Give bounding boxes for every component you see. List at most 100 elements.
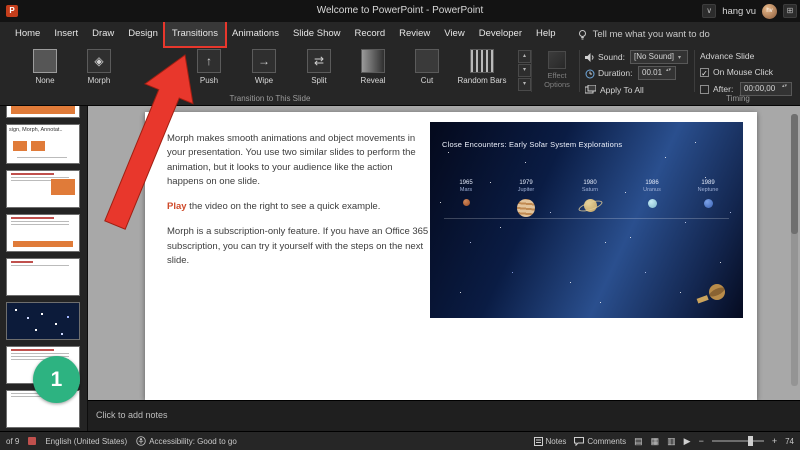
vertical-scrollbar[interactable]	[791, 114, 798, 386]
proofing-icon[interactable]	[28, 437, 37, 445]
ribbon-display-options-icon[interactable]	[702, 4, 717, 18]
transition-reveal[interactable]: Reveal	[350, 49, 396, 85]
tell-me-search[interactable]: Tell me what you want to do	[577, 29, 710, 40]
thumb-content	[11, 265, 69, 266]
account-name[interactable]: hang vu	[722, 6, 756, 17]
slide-show-button[interactable]	[684, 436, 691, 447]
planet-name: Saturn	[581, 187, 599, 193]
window-options-icon[interactable]	[783, 4, 797, 18]
tab-record[interactable]: Record	[348, 22, 393, 46]
planet-column-jupiter: 1979 Jupiter	[504, 180, 548, 217]
separator	[531, 50, 532, 92]
tab-view[interactable]: View	[437, 22, 471, 46]
avatar[interactable]: hv	[762, 3, 777, 19]
status-bar: of 9 English (United States) Accessibili…	[0, 431, 800, 450]
thumbnail-slide[interactable]	[6, 258, 80, 296]
zoom-slider[interactable]	[711, 436, 764, 446]
slide-canvas[interactable]: Morph makes smooth animations and object…	[145, 112, 757, 400]
tab-help[interactable]: Help	[529, 22, 563, 46]
transition-push[interactable]: Push	[186, 49, 232, 85]
scrollbar-thumb[interactable]	[791, 114, 798, 234]
transition-wipe[interactable]: Wipe	[241, 49, 287, 85]
effect-options-label-2: Options	[544, 80, 570, 90]
normal-view-button[interactable]	[634, 436, 643, 447]
sound-label: Sound:	[598, 52, 625, 62]
timeline-line	[444, 218, 729, 219]
slide-sorter-view-button[interactable]	[651, 436, 660, 447]
planet-column-neptune: 1989 Neptune	[686, 180, 730, 208]
planet-column-uranus: 1986 Uranus	[630, 180, 674, 208]
transition-random-bars[interactable]: Random Bars	[454, 49, 510, 85]
thumb-content	[13, 241, 73, 247]
thumb-content	[11, 177, 69, 178]
starfield	[430, 122, 431, 123]
after-checkbox[interactable]	[700, 85, 709, 94]
reading-view-button[interactable]	[667, 436, 676, 447]
notes-toggle-button[interactable]: Notes	[533, 436, 567, 446]
transition-morph-icon	[87, 49, 111, 73]
thumb-content	[51, 179, 75, 195]
accessibility-status[interactable]: Accessibility: Good to go	[136, 436, 237, 446]
thumbnail-slide[interactable]	[6, 106, 80, 118]
tab-insert[interactable]: Insert	[47, 22, 85, 46]
thumbnail-slide[interactable]	[6, 170, 80, 208]
sound-icon	[585, 53, 594, 62]
zoom-percentage[interactable]: 74	[785, 437, 794, 446]
gallery-more-icon[interactable]	[518, 78, 531, 91]
window-title: Welcome to PowerPoint - PowerPoint	[316, 5, 484, 16]
notes-button-label: Notes	[545, 436, 567, 446]
gallery-scroll-down-icon[interactable]	[518, 64, 531, 77]
tab-transitions[interactable]: Transitions	[164, 22, 225, 46]
notes-placeholder[interactable]: Click to add notes	[96, 410, 168, 420]
language-status[interactable]: English (United States)	[45, 437, 127, 446]
title-bar: P Welcome to PowerPoint - PowerPoint han…	[0, 0, 800, 22]
duration-spinner[interactable]: 00.01	[638, 66, 676, 80]
ribbon-tab-bar: Home Insert Draw Design Transitions Anim…	[0, 22, 800, 46]
separator	[579, 50, 580, 92]
transition-morph[interactable]: Morph	[76, 49, 122, 85]
planet-name: Jupiter	[517, 187, 535, 193]
group-label-timing: Timing	[726, 94, 750, 103]
tab-animations[interactable]: Animations	[225, 22, 286, 46]
tab-home[interactable]: Home	[8, 22, 47, 46]
zoom-out-button[interactable]	[699, 436, 704, 446]
planet-column-saturn: 1980 Saturn	[568, 180, 612, 214]
zoom-slider-thumb[interactable]	[748, 436, 754, 446]
transition-random-bars-label: Random Bars	[457, 76, 507, 85]
notes-pane[interactable]: Click to add notes	[88, 400, 800, 431]
tab-slide-show[interactable]: Slide Show	[286, 22, 348, 46]
gallery-scroll-up-icon[interactable]	[518, 50, 531, 63]
zoom-in-button[interactable]	[772, 436, 777, 446]
morph-video-frame[interactable]: Close Encounters: Early Solar System Exp…	[430, 122, 743, 318]
tab-draw[interactable]: Draw	[85, 22, 121, 46]
transition-none[interactable]: None	[22, 49, 68, 85]
thumb-content	[13, 141, 27, 151]
sound-dropdown[interactable]: [No Sound]	[630, 50, 688, 64]
tab-design[interactable]: Design	[121, 22, 165, 46]
transition-cut[interactable]: Cut	[404, 49, 450, 85]
thumb-content	[11, 349, 55, 351]
mars-icon	[462, 199, 470, 206]
slide-paragraph-rest: the video on the right to see a quick ex…	[186, 201, 381, 212]
duration-clock-icon	[585, 69, 595, 79]
accessibility-icon	[136, 436, 146, 446]
transition-split[interactable]: Split	[296, 49, 342, 85]
tab-review[interactable]: Review	[392, 22, 437, 46]
thumbnail-slide[interactable]: sign, Morph, Annotat..	[6, 124, 80, 164]
transition-wipe-icon	[252, 49, 276, 73]
gallery-scroll	[518, 50, 531, 92]
accessibility-label: Accessibility: Good to go	[149, 436, 237, 446]
planet-year: 1980	[583, 180, 597, 186]
tab-developer[interactable]: Developer	[472, 22, 529, 46]
thumbnail-slide[interactable]	[6, 302, 80, 340]
planet-year: 1965	[459, 180, 473, 186]
on-mouse-click-checkbox[interactable]	[700, 68, 709, 77]
apply-to-all-button[interactable]: Apply To All	[600, 85, 644, 95]
comments-toggle-button[interactable]: Comments	[574, 436, 626, 446]
thumbnail-slide[interactable]	[6, 214, 80, 252]
transition-reveal-label: Reveal	[360, 76, 386, 85]
slide-paragraph: Play the video on the right to see a qui…	[167, 200, 429, 214]
after-label: After:	[713, 84, 734, 94]
effect-options-button[interactable]: Effect Options	[536, 51, 578, 90]
transition-reveal-icon	[361, 49, 385, 73]
